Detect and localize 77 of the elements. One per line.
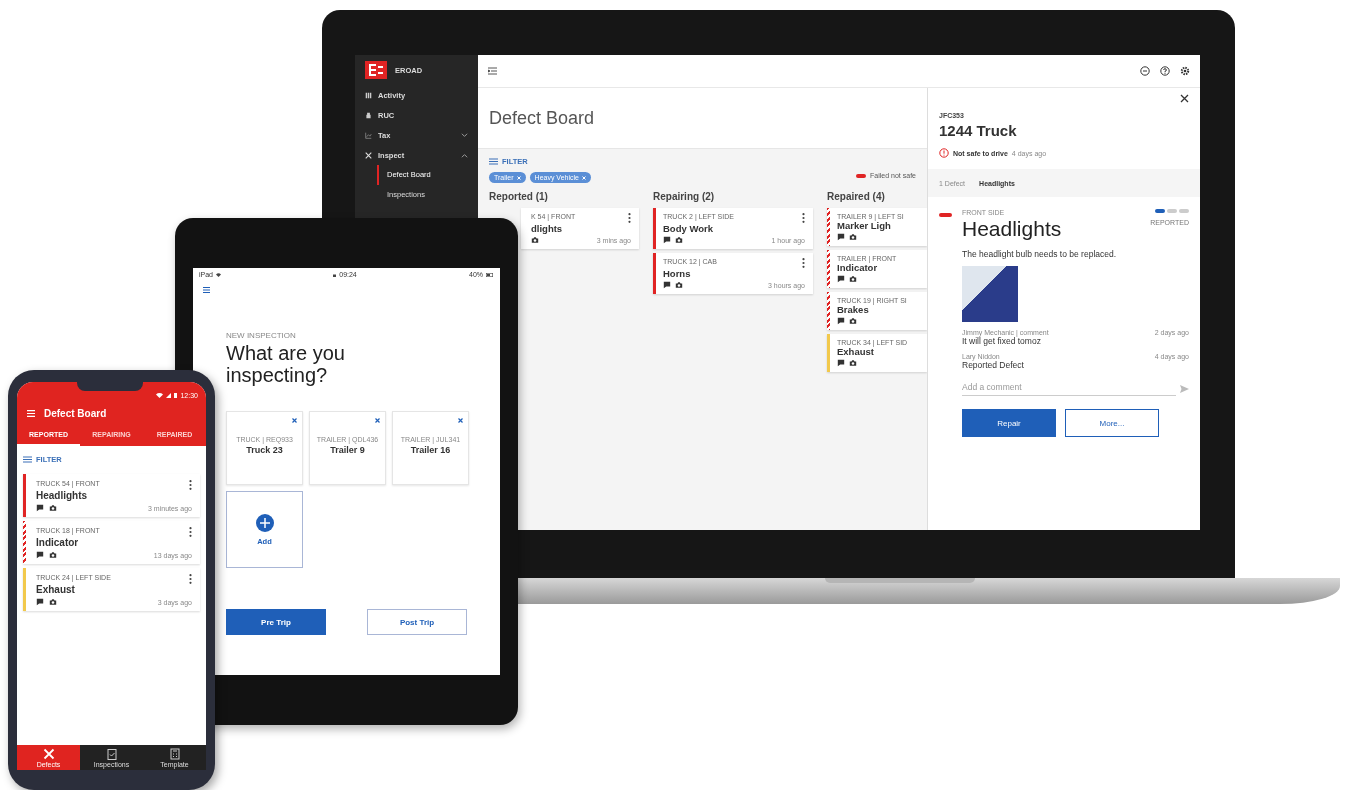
logo-icon [365, 61, 387, 79]
comment-text: It will get fixed tomoz [962, 336, 1042, 346]
close-icon[interactable] [1180, 94, 1189, 103]
comment-icon [36, 504, 44, 512]
action-button[interactable]: More... [1065, 409, 1159, 437]
camera-icon [49, 598, 57, 606]
battery-icon [486, 272, 494, 277]
card-title: Exhaust [36, 584, 76, 595]
calculator-icon [169, 747, 180, 760]
lock-icon [333, 272, 337, 277]
card-title: Exhaust [837, 346, 875, 357]
warning-icon [939, 148, 949, 158]
card-title: Headlights [36, 490, 89, 501]
card-title: Indicator [36, 537, 80, 548]
page-heading: What are you inspecting? [226, 342, 346, 386]
card-title: Body Work [663, 223, 714, 234]
trip-button[interactable]: Pre Trip [226, 609, 326, 635]
vehicle-name: 1244 Truck [939, 122, 1018, 139]
line-chart-icon [365, 131, 372, 139]
photo-placeholder[interactable] [962, 266, 1018, 322]
camera-notch [77, 382, 143, 391]
camera-icon [849, 359, 857, 367]
section-overline: NEW INSPECTION [226, 331, 297, 340]
camera-icon [849, 275, 857, 283]
action-button[interactable]: Repair [962, 409, 1056, 437]
camera-icon [849, 317, 857, 325]
close-icon[interactable] [375, 418, 380, 423]
column-title: Repairing (2) [653, 191, 716, 202]
camera-icon [849, 233, 857, 241]
vehicle-name: Truck 23 [246, 445, 283, 455]
wifi-icon [216, 272, 221, 277]
camera-icon [675, 281, 683, 289]
filter-icon [489, 158, 498, 165]
vehicle-name: Trailer 16 [410, 445, 451, 455]
vehicle-name: Trailer 9 [330, 445, 365, 455]
camera-icon [49, 551, 57, 559]
column-title: Repaired (4) [827, 191, 886, 202]
wifi-icon [156, 392, 164, 398]
filter-icon [23, 456, 32, 463]
more-options-icon[interactable] [802, 258, 805, 268]
camera-icon [675, 236, 683, 244]
more-options-icon[interactable] [189, 527, 192, 537]
more-options-icon[interactable] [189, 574, 192, 584]
comment-icon [36, 598, 44, 606]
app-title: Defect Board [44, 408, 107, 419]
card-title: Indicator [837, 262, 879, 273]
plus-icon [255, 513, 274, 532]
legend-marker [856, 173, 867, 178]
card-title: Brakes [837, 304, 870, 315]
more-options-icon[interactable] [802, 213, 805, 223]
camera-icon [531, 236, 539, 244]
help-icon[interactable] [1160, 66, 1170, 76]
building-icon [365, 111, 372, 119]
battery-icon [174, 392, 178, 398]
camera-icon [49, 504, 57, 512]
signal-icon [166, 392, 172, 398]
settings-icon[interactable] [1180, 66, 1190, 76]
card-title: dlights [531, 223, 564, 234]
defect-description: The headlight bulb needs to be replaced. [962, 249, 1118, 259]
close-icon[interactable] [292, 418, 297, 423]
bar-chart-icon [365, 91, 372, 99]
comment-text: Reported Defect [962, 360, 1025, 370]
defect-title: Headlights [962, 217, 1062, 241]
page-title: Defect Board [489, 107, 595, 129]
comment-icon [36, 551, 44, 559]
column-title: Reported (1) [489, 191, 549, 202]
minus-circle-icon[interactable] [1140, 66, 1150, 76]
more-options-icon[interactable] [628, 213, 631, 223]
menu-icon[interactable] [488, 67, 497, 75]
more-options-icon[interactable] [189, 480, 192, 490]
comment-field[interactable]: Add a comment [962, 382, 1176, 396]
card-title: Marker Ligh [837, 220, 892, 231]
menu-icon[interactable] [203, 287, 210, 293]
card-title: Horns [663, 268, 692, 279]
trip-button[interactable]: Post Trip [367, 609, 467, 635]
close-icon[interactable] [458, 418, 463, 423]
clipboard-icon [106, 747, 117, 760]
